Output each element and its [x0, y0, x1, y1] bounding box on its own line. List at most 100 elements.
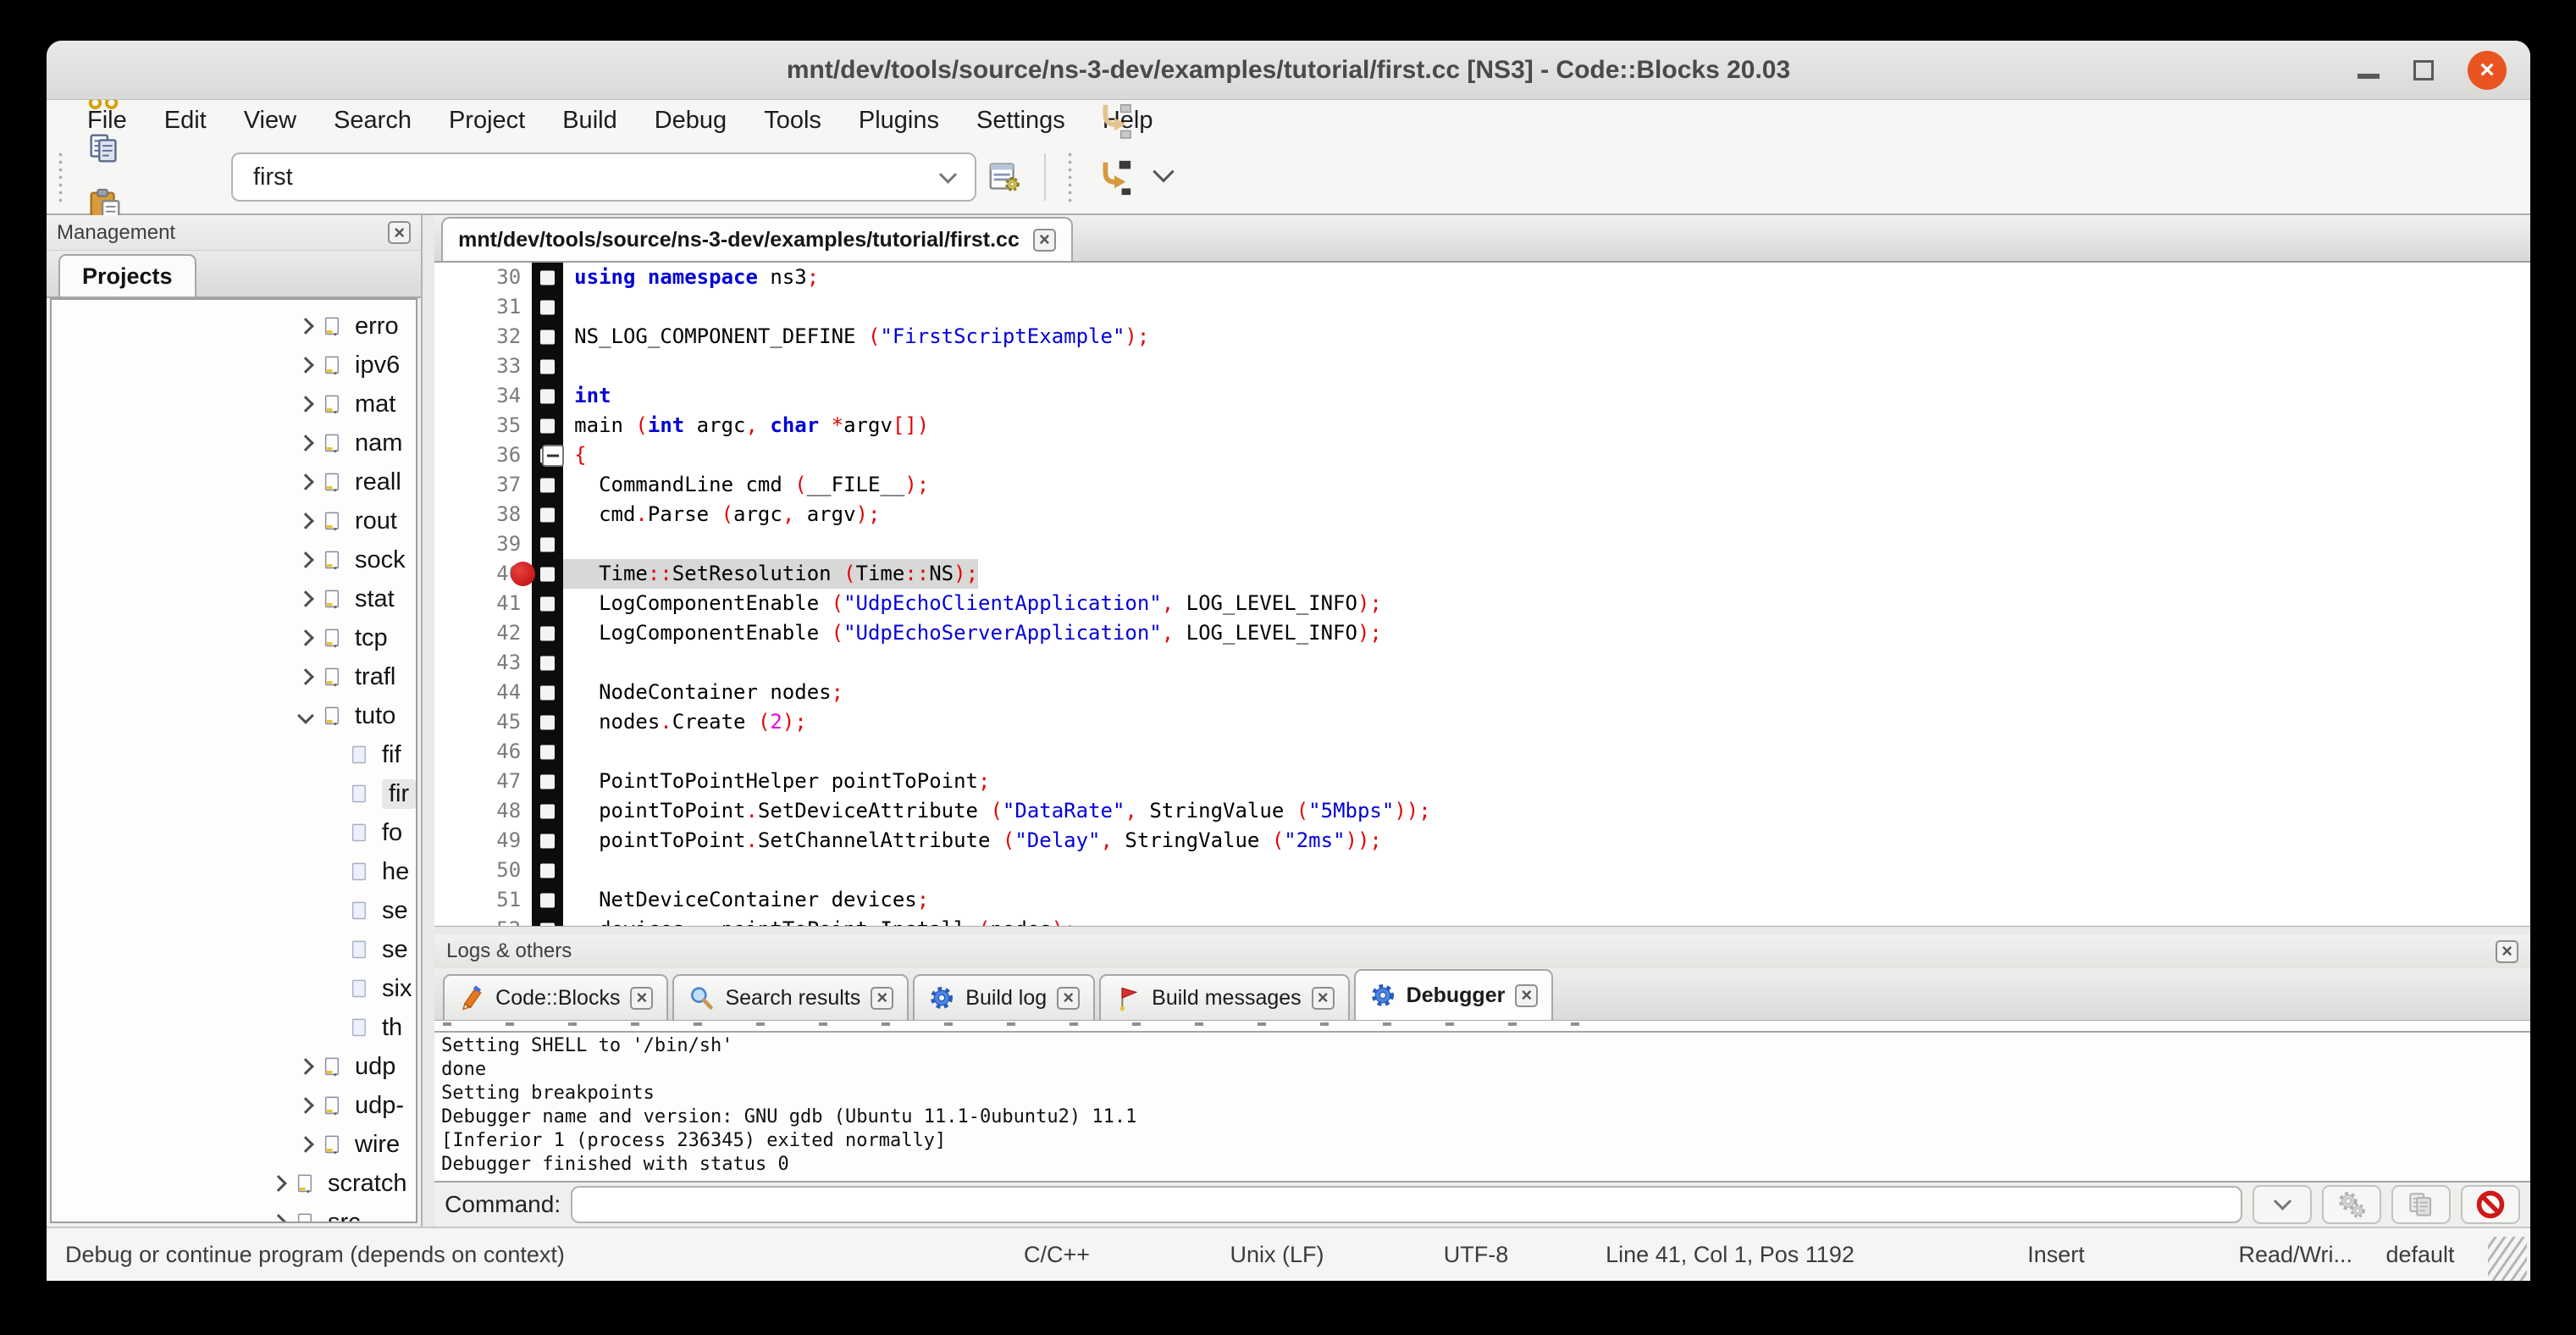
fold-collapse-icon[interactable] [542, 445, 564, 467]
breakpoint-margin[interactable] [532, 529, 563, 559]
log-tab-close-icon[interactable]: × [630, 987, 653, 1010]
menu-search[interactable]: Search [315, 107, 430, 135]
tree-item-fo[interactable]: fo [52, 813, 416, 852]
toolbar-grip[interactable] [57, 151, 65, 203]
chevron-collapsed-icon[interactable] [290, 437, 321, 449]
code-line-31[interactable]: 31 [434, 292, 2530, 322]
code-editor[interactable]: 30using namespace ns3;3132NS_LOG_COMPONE… [434, 263, 2530, 926]
code-line-46[interactable]: 46 [434, 737, 2530, 767]
tree-item-th[interactable]: th [52, 1008, 416, 1047]
code-line-48[interactable]: 48 pointToPoint.SetDeviceAttribute ("Dat… [434, 796, 2530, 826]
code-line-37[interactable]: 37 CommandLine cmd (__FILE__); [434, 470, 2530, 500]
code-line-36[interactable]: 36{ [434, 440, 2530, 470]
log-tab-close-icon[interactable]: × [1057, 987, 1080, 1010]
log-tab-close-icon[interactable]: × [1515, 984, 1538, 1007]
menu-debug[interactable]: Debug [636, 107, 745, 135]
breakpoint-margin[interactable] [532, 559, 563, 589]
code-line-52[interactable]: 52 devices = pointToPoint.Install (nodes… [434, 915, 2530, 926]
breakpoint-margin[interactable] [532, 263, 563, 292]
chevron-collapsed-icon[interactable] [290, 476, 321, 488]
log-tab-code-blocks[interactable]: Code::Blocks× [443, 974, 668, 1020]
code-line-51[interactable]: 51 NetDeviceContainer devices; [434, 885, 2530, 915]
toolbar-overflow-icon[interactable] [1156, 168, 1171, 187]
chevron-collapsed-icon[interactable] [290, 1100, 321, 1111]
close-icon[interactable]: × [2468, 51, 2507, 90]
log-tab-debugger[interactable]: Debugger× [1354, 969, 1554, 1020]
chevron-collapsed-icon[interactable] [263, 1216, 294, 1223]
breakpoint-margin[interactable] [532, 352, 563, 381]
tree-item-six[interactable]: six [52, 969, 416, 1008]
tree-item-trafl[interactable]: trafl [52, 657, 416, 696]
tree-item-stat[interactable]: stat [52, 579, 416, 618]
tree-item-mat[interactable]: mat [52, 385, 416, 424]
breakpoint-margin[interactable] [532, 500, 563, 529]
chevron-collapsed-icon[interactable] [290, 398, 321, 410]
code-line-44[interactable]: 44 NodeContainer nodes; [434, 678, 2530, 707]
tree-item-src[interactable]: src [52, 1203, 416, 1223]
tree-item-tuto[interactable]: tuto [52, 696, 416, 735]
log-tab-close-icon[interactable]: × [871, 987, 893, 1010]
code-line-41[interactable]: 41 LogComponentEnable ("UdpEchoClientApp… [434, 589, 2530, 618]
code-line-47[interactable]: 47 PointToPointHelper pointToPoint; [434, 767, 2530, 796]
editor-tab-close-icon[interactable]: × [1033, 229, 1056, 252]
chevron-collapsed-icon[interactable] [290, 515, 321, 527]
breakpoint-margin[interactable] [532, 737, 563, 767]
breakpoint-margin[interactable] [532, 648, 563, 678]
chevron-collapsed-icon[interactable] [290, 320, 321, 332]
tree-item-rout[interactable]: rout [52, 501, 416, 540]
maximize-icon[interactable] [2413, 60, 2434, 80]
breakpoint-margin[interactable] [532, 618, 563, 648]
tree-item-he[interactable]: he [52, 852, 416, 891]
chevron-expanded-icon[interactable] [290, 710, 321, 722]
breakpoint-margin[interactable] [532, 589, 563, 618]
step-into-button[interactable] [1085, 148, 1142, 206]
target-options-button[interactable] [976, 148, 1034, 206]
breakpoint-margin[interactable] [532, 411, 563, 440]
tree-item-scratch[interactable]: scratch [52, 1164, 416, 1203]
tree-item-udp[interactable]: udp [52, 1047, 416, 1086]
tree-item-reall[interactable]: reall [52, 463, 416, 501]
minimize-icon[interactable] [2358, 74, 2380, 79]
debug-toolbar-grip[interactable] [1066, 151, 1075, 203]
tree-item-se[interactable]: se [52, 930, 416, 969]
code-line-30[interactable]: 30using namespace ns3; [434, 263, 2530, 292]
breakpoint-margin[interactable] [532, 856, 563, 885]
chevron-collapsed-icon[interactable] [290, 1061, 321, 1072]
tree-item-se[interactable]: se [52, 891, 416, 930]
menu-project[interactable]: Project [430, 107, 544, 135]
breakpoint-margin[interactable] [532, 826, 563, 856]
code-line-43[interactable]: 43 [434, 648, 2530, 678]
tree-item-erro[interactable]: erro [52, 307, 416, 346]
copy-log-button[interactable] [2391, 1185, 2451, 1224]
build-target-combobox[interactable]: first [231, 152, 976, 202]
log-tab-close-icon[interactable]: × [1312, 987, 1335, 1010]
breakpoint-icon[interactable] [511, 562, 535, 586]
code-line-49[interactable]: 49 pointToPoint.SetChannelAttribute ("De… [434, 826, 2530, 856]
tree-item-wire[interactable]: wire [52, 1125, 416, 1164]
tree-item-fir[interactable]: fir [52, 774, 416, 813]
breakpoint-margin[interactable] [532, 322, 563, 352]
menu-edit[interactable]: Edit [146, 107, 225, 135]
code-line-45[interactable]: 45 nodes.Create (2); [434, 707, 2530, 737]
chevron-collapsed-icon[interactable] [290, 632, 321, 644]
chevron-collapsed-icon[interactable] [290, 554, 321, 566]
chevron-collapsed-icon[interactable] [263, 1177, 294, 1189]
breakpoint-margin[interactable] [532, 292, 563, 322]
code-line-39[interactable]: 39 [434, 529, 2530, 559]
log-tab-build-messages[interactable]: Build messages× [1099, 974, 1349, 1020]
code-line-50[interactable]: 50 [434, 856, 2530, 885]
management-close-icon[interactable]: × [388, 221, 411, 244]
code-line-35[interactable]: 35main (int argc, char *argv[]) [434, 411, 2530, 440]
chevron-collapsed-icon[interactable] [290, 1138, 321, 1150]
code-line-32[interactable]: 32NS_LOG_COMPONENT_DEFINE ("FirstScriptE… [434, 322, 2530, 352]
code-line-38[interactable]: 38 cmd.Parse (argc, argv); [434, 500, 2530, 529]
code-line-33[interactable]: 33 [434, 352, 2530, 381]
horizontal-splitter[interactable] [434, 926, 2530, 934]
command-input[interactable] [571, 1186, 2242, 1223]
chevron-collapsed-icon[interactable] [290, 671, 321, 683]
breakpoint-margin[interactable] [532, 885, 563, 915]
breakpoint-margin[interactable] [532, 470, 563, 500]
breakpoint-margin[interactable] [532, 707, 563, 737]
tree-item-fif[interactable]: fif [52, 735, 416, 774]
logs-close-icon[interactable]: × [2496, 940, 2518, 963]
